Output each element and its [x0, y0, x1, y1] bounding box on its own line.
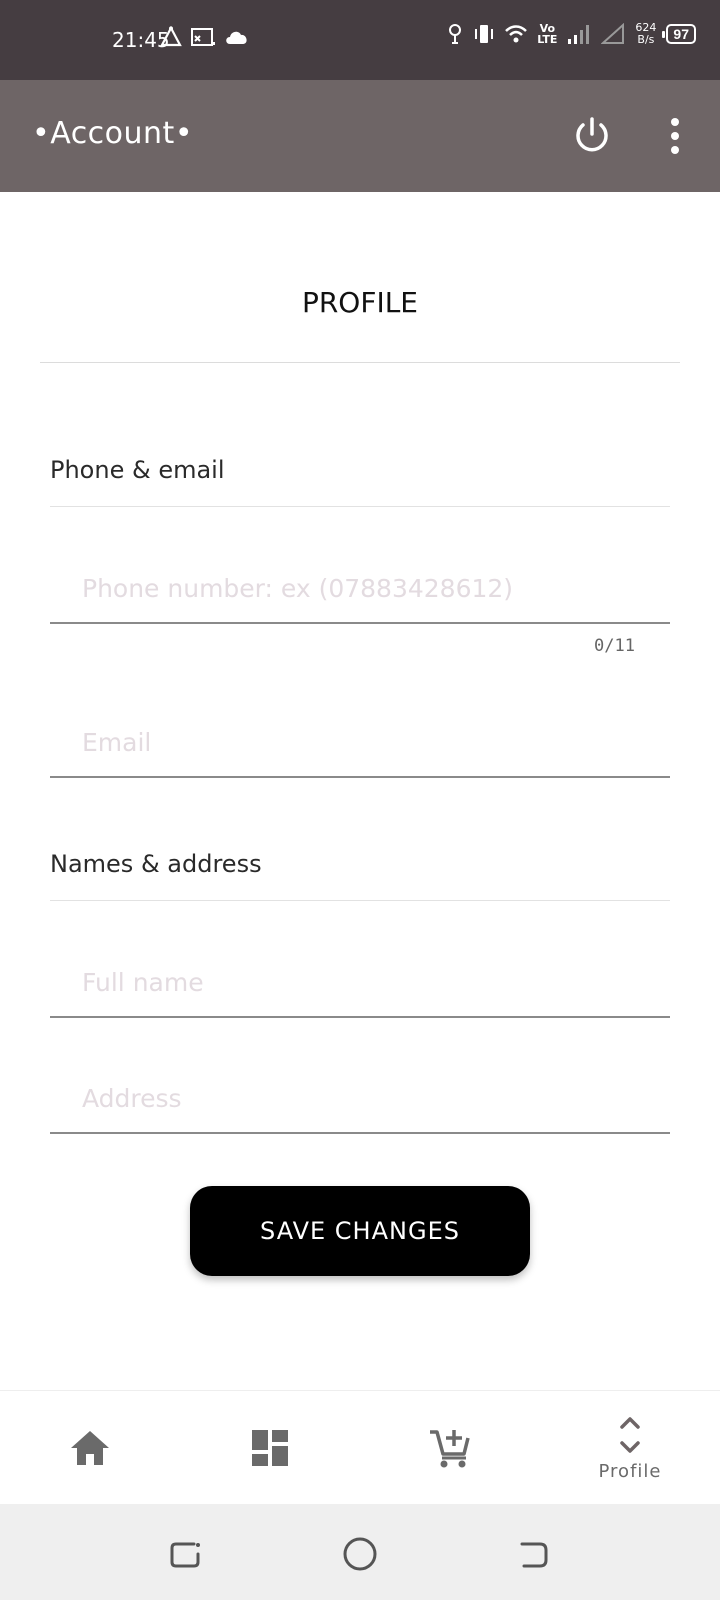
- volte-indicator: Vo LTE: [537, 23, 557, 45]
- nav-item-cart[interactable]: [360, 1391, 540, 1505]
- phone-field[interactable]: [50, 554, 670, 624]
- signal-empty-icon: [601, 23, 625, 44]
- back-icon[interactable]: [514, 1534, 554, 1574]
- phone-input[interactable]: [50, 554, 670, 622]
- address-field[interactable]: [50, 1064, 670, 1134]
- section-divider-contact: [50, 506, 670, 507]
- home-icon: [71, 1431, 109, 1465]
- app-bar: •Account•: [0, 80, 720, 192]
- fullname-field[interactable]: [50, 948, 670, 1018]
- navigation-triangle-icon: [160, 26, 182, 47]
- cloud-icon: [226, 31, 247, 44]
- recent-apps-icon[interactable]: [166, 1534, 206, 1574]
- home-circle-icon[interactable]: [340, 1534, 380, 1574]
- signal-bars-icon: [568, 25, 590, 44]
- fullname-input[interactable]: [50, 948, 670, 1016]
- phone-char-counter: 0/11: [594, 636, 635, 656]
- location-pin-icon: [449, 24, 462, 44]
- email-field[interactable]: [50, 708, 670, 778]
- nav-item-home[interactable]: [0, 1391, 180, 1505]
- expand-icon: [620, 1416, 640, 1453]
- nav-item-profile[interactable]: Profile: [540, 1391, 720, 1505]
- more-vert-icon[interactable]: [660, 114, 690, 158]
- nav-label-profile: Profile: [598, 1460, 662, 1482]
- section-title-contact: Phone & email: [50, 456, 225, 484]
- email-input[interactable]: [50, 708, 670, 776]
- save-changes-button[interactable]: SAVE CHANGES: [190, 1186, 530, 1276]
- cart-add-icon: [430, 1430, 470, 1468]
- net-speed-unit: B/s: [637, 33, 655, 46]
- bottom-nav: Profile: [0, 1390, 720, 1504]
- vibrate-icon: [475, 25, 494, 43]
- status-bar: 21:45 Vo LTE 624 B/s 97: [0, 0, 720, 80]
- app-title: •Account•: [32, 116, 194, 151]
- net-speed: 624 B/s: [635, 22, 656, 46]
- status-right-icons: Vo LTE 624 B/s 97: [447, 22, 696, 46]
- system-nav-bar: [0, 1504, 720, 1600]
- dashboard-icon: [252, 1430, 288, 1466]
- heading-divider: [40, 362, 680, 363]
- address-input[interactable]: [50, 1064, 670, 1132]
- status-left-icons: [160, 26, 250, 48]
- power-icon[interactable]: [570, 114, 614, 158]
- wifi-icon: [505, 25, 528, 43]
- page-title: PROFILE: [301, 286, 419, 319]
- section-title-identity: Names & address: [50, 850, 262, 878]
- section-divider-identity: [50, 900, 670, 901]
- nav-item-dashboard[interactable]: [180, 1391, 360, 1505]
- volte-bottom: LTE: [537, 33, 558, 46]
- battery-indicator: 97: [662, 24, 696, 44]
- cast-icon: [191, 28, 215, 46]
